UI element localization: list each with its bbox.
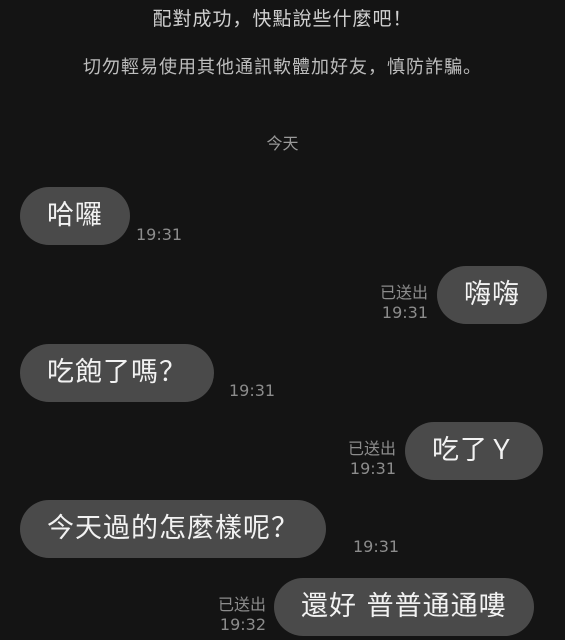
message-time: 19:31	[353, 537, 400, 556]
message-bubble-outgoing[interactable]: 還好 普普通通嘍	[274, 578, 534, 636]
sent-status: 已送出	[379, 283, 428, 302]
message-time: 19:31	[381, 303, 428, 322]
message-bubble-incoming[interactable]: 今天過的怎麼樣呢？	[20, 500, 326, 558]
message-bubble-incoming[interactable]: 哈囉	[20, 187, 130, 245]
sent-status: 已送出	[217, 595, 266, 614]
message-bubble-incoming[interactable]: 吃飽了嗎？	[20, 344, 214, 402]
message-time: 19:31	[349, 459, 396, 478]
safety-warning: 切勿輕易使用其他通訊軟體加好友，慎防詐騙。	[83, 57, 482, 78]
chat-screen: 配對成功，快點說些什麼吧！ 切勿輕易使用其他通訊軟體加好友，慎防詐騙。 今天 哈…	[0, 0, 565, 640]
message-bubble-outgoing[interactable]: 吃了Ｙ	[405, 422, 543, 480]
match-notice: 配對成功，快點說些什麼吧！	[152, 8, 413, 30]
message-bubble-outgoing[interactable]: 嗨嗨	[437, 266, 547, 324]
message-time: 19:31	[229, 381, 276, 400]
message-time: 19:32	[219, 615, 266, 634]
sent-status: 已送出	[347, 439, 396, 458]
message-time: 19:31	[136, 225, 183, 244]
date-separator: 今天	[266, 134, 299, 153]
